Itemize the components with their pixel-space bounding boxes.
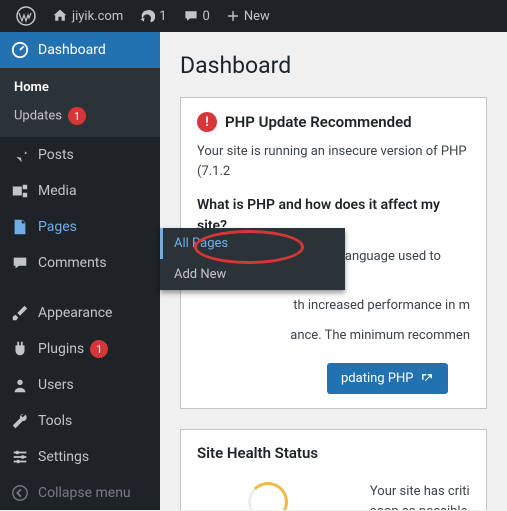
wrench-icon bbox=[10, 411, 30, 431]
plugins-badge: 1 bbox=[90, 340, 108, 358]
sidebar-posts[interactable]: Posts bbox=[0, 137, 160, 173]
sliders-icon bbox=[10, 447, 30, 467]
external-icon bbox=[420, 372, 434, 386]
sidebar-comments[interactable]: Comments bbox=[0, 245, 160, 281]
sidebar-item-label: Collapse menu bbox=[38, 485, 131, 501]
sidebar-item-label: Users bbox=[38, 377, 74, 393]
comments-icon bbox=[10, 253, 30, 273]
sidebar-plugins[interactable]: Plugins 1 bbox=[0, 331, 160, 367]
sidebar-item-label: Comments bbox=[38, 255, 107, 271]
sidebar-item-label: Media bbox=[38, 183, 77, 199]
sidebar-item-label: Settings bbox=[38, 449, 89, 465]
sidebar-tools[interactable]: Tools bbox=[0, 403, 160, 439]
sidebar-users[interactable]: Users bbox=[0, 367, 160, 403]
users-icon bbox=[10, 375, 30, 395]
new-toolbar[interactable]: New bbox=[218, 0, 278, 32]
sidebar-pages[interactable]: Pages bbox=[0, 209, 160, 245]
pin-icon bbox=[10, 145, 30, 165]
learn-php-button[interactable]: pdating PHP bbox=[327, 363, 448, 394]
sidebar-item-label: Dashboard bbox=[38, 42, 106, 58]
health-spinner-icon bbox=[248, 482, 288, 510]
pages-icon bbox=[10, 217, 30, 237]
sidebar-item-label: Posts bbox=[38, 147, 74, 163]
sidebar-sub-home[interactable]: Home bbox=[0, 74, 160, 101]
brush-icon bbox=[10, 303, 30, 323]
page-title: Dashboard bbox=[180, 52, 487, 79]
wp-logo[interactable] bbox=[8, 0, 44, 32]
sidebar-item-label: Pages bbox=[38, 219, 77, 235]
pages-flyout: All Pages Add New bbox=[160, 228, 345, 290]
site-link[interactable]: jiyik.com bbox=[44, 0, 131, 32]
plug-icon bbox=[10, 339, 30, 359]
comments-toolbar[interactable]: 0 bbox=[175, 0, 218, 32]
sidebar-media[interactable]: Media bbox=[0, 173, 160, 209]
sidebar-settings[interactable]: Settings bbox=[0, 439, 160, 475]
flyout-add-new[interactable]: Add New bbox=[160, 259, 345, 290]
sidebar-item-label: Appearance bbox=[38, 305, 112, 321]
sidebar-dashboard[interactable]: Dashboard bbox=[0, 32, 160, 68]
sidebar-item-label: Tools bbox=[38, 413, 72, 429]
updates-toolbar[interactable]: 1 bbox=[131, 0, 174, 32]
sidebar-item-label: Plugins bbox=[38, 341, 84, 357]
warning-icon: ! bbox=[197, 112, 217, 132]
flyout-all-pages[interactable]: All Pages bbox=[160, 228, 345, 259]
collapse-icon bbox=[10, 483, 30, 503]
sidebar-appearance[interactable]: Appearance bbox=[0, 295, 160, 331]
sidebar-sub-updates[interactable]: Updates1 bbox=[0, 101, 160, 131]
sidebar-collapse[interactable]: Collapse menu bbox=[0, 475, 160, 511]
dashboard-icon bbox=[10, 40, 30, 60]
media-icon bbox=[10, 181, 30, 201]
site-health-panel: Site Health Status Should be improved Yo… bbox=[180, 429, 487, 510]
